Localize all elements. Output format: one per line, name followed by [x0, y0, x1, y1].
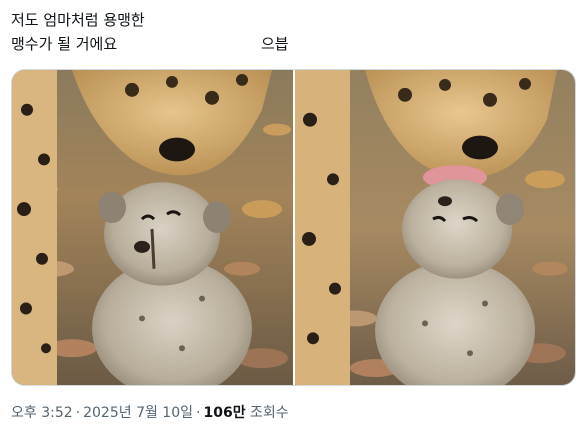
tweet-text: 저도 엄마처럼 용맹한 맹수가 될 거에요 으븝 [11, 8, 311, 56]
cheetah-kissing-cub-icon [12, 70, 293, 385]
tweet-text-line-2-tail: 으븝 [261, 35, 289, 53]
views-count: 106만 [203, 405, 246, 421]
media-photo-left[interactable] [12, 70, 293, 385]
tweet-text-line-2: 맹수가 될 거에요 으븝 [11, 32, 311, 56]
tweet-text-line-1: 저도 엄마처럼 용맹한 [11, 11, 145, 29]
tweet-text-line-2-main: 맹수가 될 거에요 [11, 35, 118, 53]
tweet-meta: 오후 3:52 · 2025년 7월 10일 · 106만 조회수 [11, 402, 289, 422]
tweet-date[interactable]: 2025년 7월 10일 [83, 405, 193, 421]
cheetah-licking-cub-icon [295, 70, 575, 385]
meta-separator: · [75, 405, 81, 421]
media-grid [11, 69, 576, 386]
views-label: 조회수 [250, 405, 289, 421]
media-photo-right[interactable] [295, 70, 575, 385]
tweet-time[interactable]: 오후 3:52 [11, 405, 73, 421]
tweet-post: 저도 엄마처럼 용맹한 맹수가 될 거에요 으븝 오후 3:52 · 2025년… [0, 0, 585, 429]
meta-separator-2: · [196, 405, 201, 421]
